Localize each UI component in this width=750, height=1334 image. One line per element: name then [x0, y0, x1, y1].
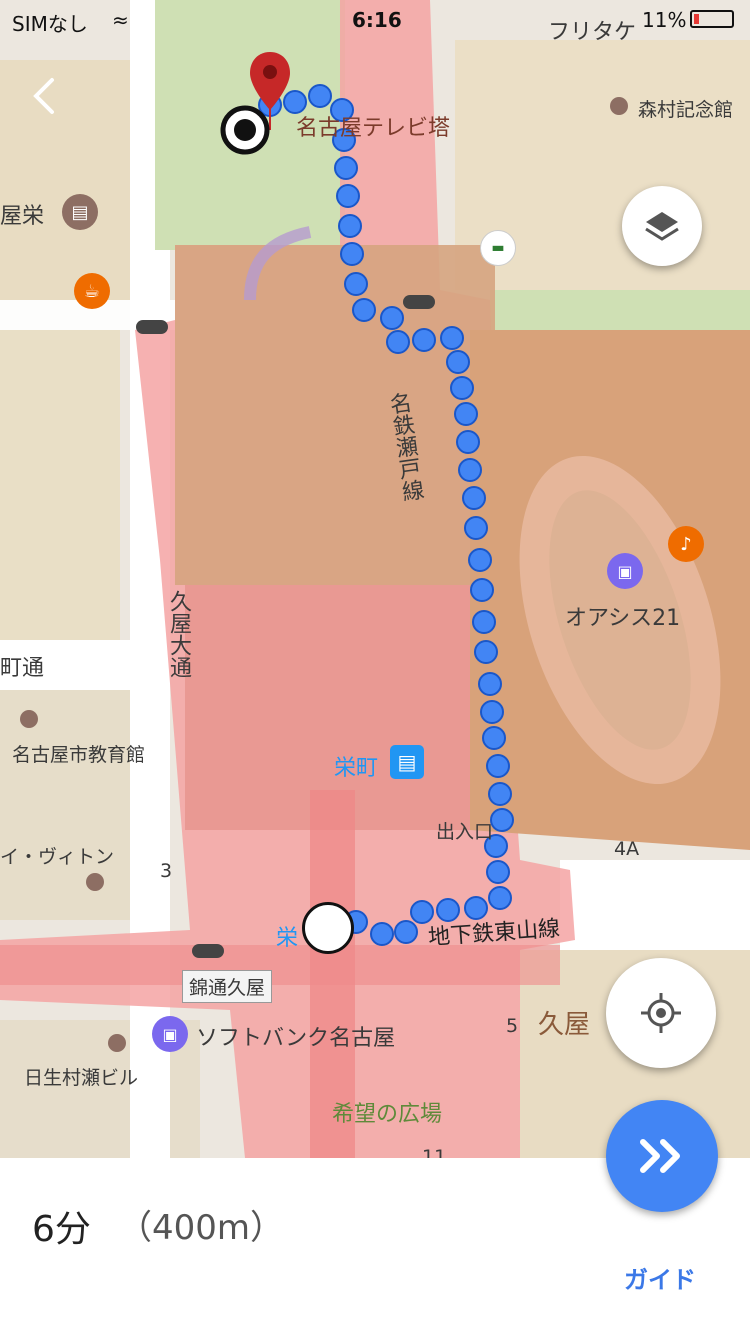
- label-morimura: 森村記念館: [638, 99, 734, 121]
- landmark-icon-vuitton: [86, 873, 104, 891]
- route-dot: [380, 306, 404, 330]
- label-hotel-left: 屋栄: [0, 204, 45, 229]
- label-sakaemachi: 栄町: [334, 756, 379, 781]
- route-dot: [474, 640, 498, 664]
- route-dot: [370, 922, 394, 946]
- wifi-icon: ≈: [112, 8, 129, 32]
- battery-icon: [690, 10, 734, 28]
- route-dot: [440, 326, 464, 350]
- route-dot: [458, 458, 482, 482]
- label-exit: 出入口: [436, 821, 494, 843]
- crosshair-icon: [641, 993, 681, 1033]
- label-nishiki: 錦通久屋: [182, 970, 273, 1003]
- label-hisaya-odori: 久屋大通: [166, 590, 191, 678]
- route-dot: [334, 156, 358, 180]
- battery-percent: 11%: [642, 8, 687, 32]
- restaurant-icon: ♪: [668, 526, 704, 562]
- route-dot: [486, 754, 510, 778]
- route-dot: [464, 516, 488, 540]
- store-icon: ▬: [480, 230, 516, 266]
- layers-icon: [645, 212, 679, 241]
- destination-target-icon: [220, 105, 270, 155]
- label-dori-left: 町通: [0, 656, 45, 681]
- label-hisaya-right: 久屋: [538, 1010, 591, 1040]
- route-dot: [336, 184, 360, 208]
- start-navigation-button[interactable]: [606, 1100, 718, 1212]
- route-dot: [386, 330, 410, 354]
- route-dot: [454, 402, 478, 426]
- label-vuitton: イ・ヴィトン: [0, 846, 115, 868]
- route-dot: [488, 782, 512, 806]
- route-dot: [456, 430, 480, 454]
- start-location-marker: [302, 902, 354, 954]
- route-dot: [470, 578, 494, 602]
- route-dot: [450, 376, 474, 400]
- route-dot: [340, 242, 364, 266]
- route-dot: [462, 486, 486, 510]
- route-duration: 6分: [32, 1209, 91, 1250]
- route-dot: [482, 726, 506, 750]
- route-dot: [308, 84, 332, 108]
- traffic-light-icon-2: [136, 320, 168, 334]
- landmark-icon-morimura: [610, 97, 628, 115]
- cafe-icon: ☕: [74, 273, 110, 309]
- back-button[interactable]: [22, 72, 70, 120]
- route-dot: [480, 700, 504, 724]
- route-dot: [344, 272, 368, 296]
- route-distance: （400m）: [118, 1208, 285, 1248]
- my-location-button[interactable]: [606, 958, 716, 1068]
- label-nissay: 日生村瀬ビル: [24, 1067, 139, 1089]
- route-dot: [478, 672, 502, 696]
- route-dot: [472, 610, 496, 634]
- route-dot: [446, 350, 470, 374]
- label-education-hall: 名古屋市教育館: [12, 744, 146, 766]
- route-dot: [394, 920, 418, 944]
- label-three: 3: [160, 860, 173, 882]
- chevron-left-icon: [33, 78, 54, 114]
- guide-button[interactable]: ガイド: [624, 1260, 696, 1295]
- label-oasis21: オアシス21: [565, 606, 681, 631]
- landmark-icon-education: [20, 710, 38, 728]
- label-tv-tower: 名古屋テレビ塔: [296, 116, 451, 141]
- label-exit-4a: 4A: [614, 838, 640, 860]
- route-dot: [352, 298, 376, 322]
- route-dot: [486, 860, 510, 884]
- route-dot: [468, 548, 492, 572]
- landmark-icon-nissay: [108, 1034, 126, 1052]
- double-chevron-right-icon: [640, 1139, 680, 1173]
- status-bar: SIMなし ≈ 6:16 11%: [0, 0, 750, 40]
- layers-button[interactable]: [622, 186, 702, 266]
- label-five: 5: [506, 1015, 519, 1037]
- clock-label: 6:16: [352, 8, 402, 32]
- label-sakae: 栄: [276, 926, 299, 951]
- route-dot: [338, 214, 362, 238]
- traffic-light-icon: [403, 295, 435, 309]
- label-eleven: 11: [422, 1146, 447, 1158]
- carrier-label: SIMなし: [12, 12, 88, 36]
- route-dot: [412, 328, 436, 352]
- subway-station-icon: ▤: [390, 745, 424, 779]
- route-dot: [490, 808, 514, 832]
- route-dot: [488, 886, 512, 910]
- label-softbank: ソフトバンク名古屋: [196, 1026, 396, 1051]
- shopping-icon-softbank: ▣: [152, 1016, 188, 1052]
- traffic-light-icon-3: [192, 944, 224, 958]
- label-kibou: 希望の広場: [332, 1102, 443, 1127]
- hotel-icon: ▤: [62, 194, 98, 230]
- shopping-icon-oasis: ▣: [607, 553, 643, 589]
